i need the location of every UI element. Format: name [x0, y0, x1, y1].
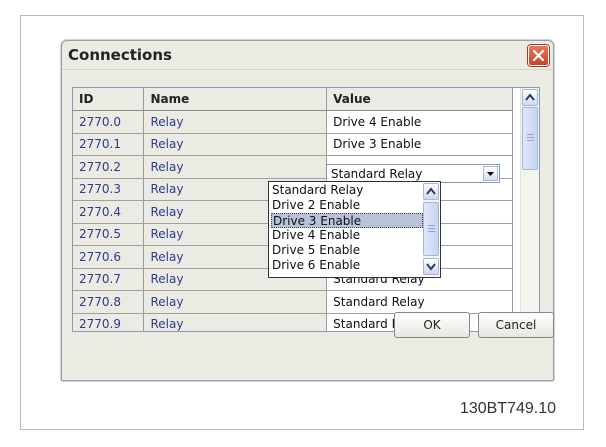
dropdown-scroll-down-button[interactable] [423, 258, 439, 275]
row-id: 2770.0 [73, 110, 145, 134]
grip-line [527, 134, 534, 135]
table-row[interactable]: 2770.0 Relay Drive 4 Enable [73, 110, 513, 134]
dropdown-option[interactable]: Drive 5 Enable [271, 243, 424, 258]
row-name: Relay [143, 133, 328, 156]
dropdown-scrollbar[interactable] [423, 183, 439, 276]
dropdown-scroll-thumb[interactable] [423, 202, 439, 256]
dropdown-option[interactable]: Standard Relay [271, 183, 424, 198]
table-row[interactable]: 2770.8 Relay Standard Relay [73, 290, 513, 314]
row-id: 2770.4 [73, 200, 145, 224]
row-id: 2770.8 [73, 290, 145, 314]
row-name: Relay [143, 110, 328, 134]
close-button[interactable] [528, 45, 549, 66]
table-header-row: ID Name Value [73, 88, 513, 111]
grip-line [428, 228, 435, 229]
grip-line [527, 140, 534, 141]
row-name: Relay [143, 155, 328, 179]
row-id: 2770.6 [73, 245, 145, 269]
table-row[interactable]: 2770.1 Relay Drive 3 Enable [73, 133, 513, 156]
scroll-up-button[interactable] [522, 89, 538, 106]
row-name: Relay [143, 313, 328, 331]
dropdown-option-highlighted[interactable]: Drive 3 Enable [271, 213, 423, 228]
row-value[interactable]: Drive 4 Enable [326, 110, 513, 134]
figure-id: 130BT749.10 [459, 400, 556, 417]
grip-line [428, 231, 435, 232]
cancel-button[interactable]: Cancel [478, 312, 554, 338]
dropdown-list[interactable]: Standard Relay Drive 2 Enable Drive 3 En… [268, 181, 441, 278]
column-header-name[interactable]: Name [143, 88, 328, 111]
row-id: 2770.9 [73, 313, 145, 331]
grip-line [527, 137, 534, 138]
dialog-titlebar: Connections [62, 41, 553, 70]
scroll-thumb[interactable] [522, 107, 538, 170]
column-header-value[interactable]: Value [326, 88, 513, 111]
row-id: 2770.5 [73, 223, 145, 246]
grip-line [428, 225, 435, 226]
row-id: 2770.7 [73, 268, 145, 291]
row-value[interactable]: Drive 3 Enable [326, 133, 513, 156]
dropdown-scroll-up-button[interactable] [423, 183, 439, 200]
triangle-down-icon [487, 172, 494, 176]
select-current-value: Standard Relay [331, 167, 423, 181]
dropdown-option[interactable]: Drive 4 Enable [271, 228, 424, 243]
close-icon [532, 49, 545, 62]
dropdown-arrow-button[interactable] [483, 166, 498, 181]
row-id: 2770.2 [73, 155, 145, 179]
dialog-title: Connections [68, 46, 172, 64]
chevron-up-icon [525, 93, 535, 101]
grid-scrollbar[interactable] [520, 88, 539, 331]
row-value[interactable]: Standard Relay [326, 290, 513, 314]
dropdown-option[interactable]: Drive 2 Enable [271, 198, 424, 213]
row-name: Relay [143, 290, 328, 314]
ok-button[interactable]: OK [394, 312, 470, 338]
row-id: 2770.3 [73, 178, 145, 201]
column-header-id[interactable]: ID [73, 88, 145, 111]
dropdown-option[interactable]: Drive 6 Enable [271, 258, 424, 273]
row-id: 2770.1 [73, 133, 145, 156]
chevron-up-icon [426, 187, 436, 195]
chevron-down-icon [426, 263, 436, 271]
